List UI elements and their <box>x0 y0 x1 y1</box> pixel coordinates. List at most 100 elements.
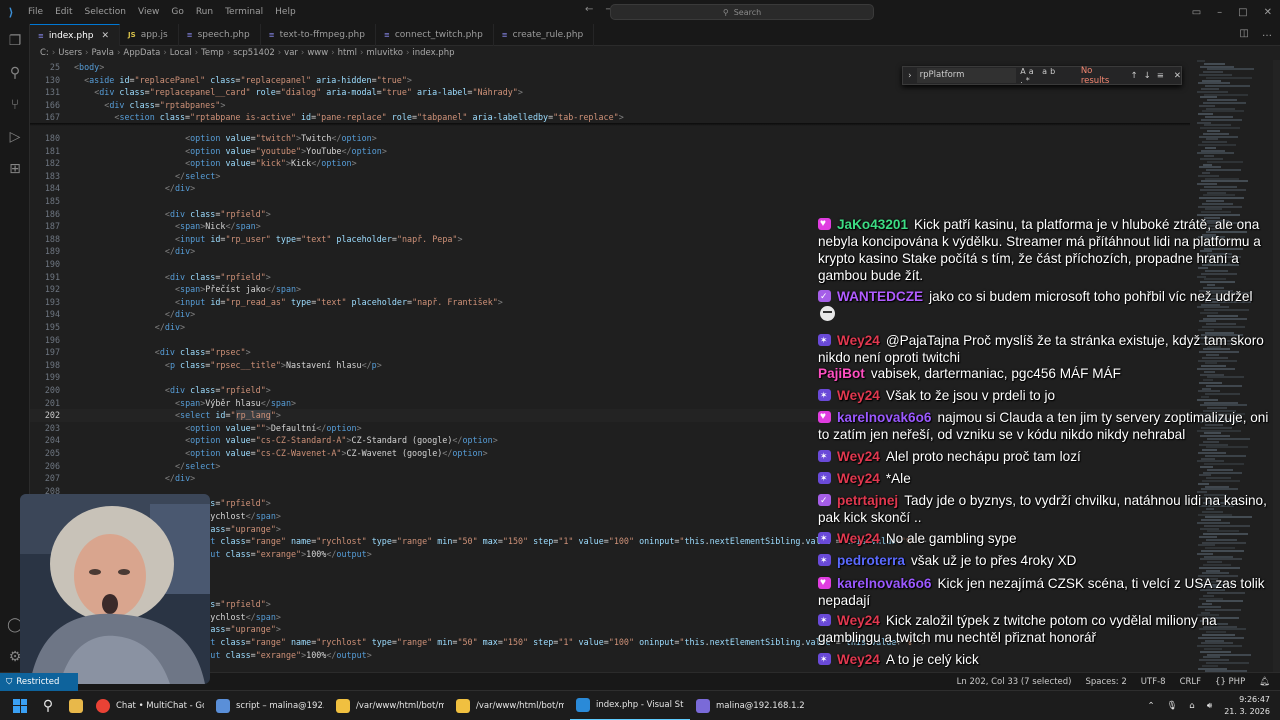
breadcrumb-item[interactable]: Local <box>170 48 192 58</box>
taskbar-app-putty[interactable]: malina@192.168.1.200 <box>690 691 810 720</box>
terminal-icon <box>216 698 230 713</box>
editor-tabs: ≡ index.php ✕ JS app.js ≡ speech.php ≡ text-to-f… <box>30 24 1280 46</box>
line-number: 195 <box>44 322 60 332</box>
chat-username: WANTEDCZE <box>837 289 924 304</box>
status-right-items: Ln 202, Col 33 (7 selected) Spaces: 2 UT… <box>943 673 1270 691</box>
indentation[interactable]: Spaces: 2 <box>1085 677 1126 687</box>
search-icon: ⚲ <box>722 7 729 17</box>
windows-start-icon[interactable] <box>6 691 34 720</box>
search-icon[interactable]: ⚲ <box>34 691 62 720</box>
find-options[interactable]: Aa ab .* <box>1020 67 1075 85</box>
restricted-label: Restricted <box>16 676 60 687</box>
code-text: <div class="replacepanel__card" role="di… <box>94 87 523 98</box>
minimap-line <box>1199 135 1238 138</box>
tab-app-js[interactable]: JS app.js <box>120 24 179 46</box>
menu-item-help[interactable]: Help <box>269 7 302 17</box>
find-input[interactable]: rpPlatform <box>916 68 1017 83</box>
breadcrumb-item[interactable]: AppData <box>123 48 160 58</box>
end-of-line[interactable]: CRLF <box>1180 677 1201 687</box>
tab-create-rule-php[interactable]: ≡ create_rule.php <box>494 24 595 46</box>
encoding[interactable]: UTF-8 <box>1141 677 1166 687</box>
minimize-button[interactable]: – <box>1209 7 1230 18</box>
line-number: 198 <box>44 359 60 370</box>
line-number: 184 <box>44 183 60 194</box>
code-text: <option value="youtube">YouTube</option> <box>185 145 387 156</box>
back-arrow-icon[interactable]: ← <box>585 4 593 15</box>
search-icon[interactable]: ⚲ <box>6 64 24 82</box>
explorer-icon[interactable]: ❐ <box>6 32 24 50</box>
breadcrumb-item[interactable]: scp51402 <box>233 48 275 58</box>
chat-message: JaKo43201Kick patří kasinu, ta platforma… <box>818 215 1274 284</box>
php-file-icon: ≡ <box>186 31 193 39</box>
breadcrumb-item[interactable]: Users <box>58 48 82 58</box>
menu-item-run[interactable]: Run <box>190 7 219 17</box>
language-mode[interactable]: {} PHP <box>1215 677 1245 687</box>
breadcrumb-item[interactable]: C: <box>40 48 49 58</box>
lvl-badge-icon <box>818 552 831 569</box>
close-find-icon[interactable]: ✕ <box>1174 71 1181 81</box>
minimap-line <box>1207 99 1237 102</box>
chat-text: však už je to přes 4roky XD <box>911 553 1077 568</box>
layout-icon[interactable]: ▭ <box>1184 7 1209 18</box>
command-center-search[interactable]: ⚲ Search <box>610 4 874 20</box>
menu-item-terminal[interactable]: Terminal <box>219 7 269 17</box>
breadcrumb-item[interactable]: Temp <box>201 48 224 58</box>
network-icon[interactable]: ⌂ <box>1189 701 1194 711</box>
volume-icon[interactable]: 🔊︎ <box>1207 701 1212 711</box>
clock-date: 21. 3. 2026 <box>1224 707 1270 716</box>
menu-item-view[interactable]: View <box>132 7 165 17</box>
code-text: <div class="rpfield"> <box>164 271 271 282</box>
tray-expand-icon[interactable]: ⌃ <box>1148 701 1155 711</box>
tab-text-to-ffmpeg-php[interactable]: ≡ text-to-ffmpeg.php <box>261 24 376 46</box>
taskbar-app-vscode[interactable]: index.php - Visual Studi <box>570 691 690 720</box>
breadcrumb-item[interactable]: index.php <box>412 48 454 58</box>
menu-item-edit[interactable]: Edit <box>49 7 78 17</box>
minimap-line <box>1201 118 1242 121</box>
breadcrumb-item[interactable]: www <box>307 48 328 58</box>
file-explorer-icon[interactable] <box>62 691 90 720</box>
menu-item-file[interactable]: File <box>22 7 49 17</box>
minimap-line <box>1205 116 1233 118</box>
file-icon <box>336 698 350 713</box>
line-number: 181 <box>44 145 60 156</box>
tab-index-php[interactable]: ≡ index.php ✕ <box>30 24 121 46</box>
tab-connect-twitch-php[interactable]: ≡ connect_twitch.php <box>376 24 494 46</box>
tab-speech-php[interactable]: ≡ speech.php <box>179 24 261 46</box>
emote-icon <box>820 306 835 321</box>
maximize-button[interactable]: □ <box>1230 7 1255 18</box>
taskbar-app-file[interactable]: /var/www/html/bot/mlu <box>330 691 450 720</box>
split-editor-icon[interactable]: ◫ <box>1239 28 1248 39</box>
run-debug-icon[interactable]: ▷ <box>6 128 24 146</box>
source-control-icon[interactable]: ⑂ <box>6 96 24 114</box>
clock[interactable]: 9:26:47 21. 3. 2026 <box>1224 694 1270 718</box>
minimap-line <box>1199 166 1221 169</box>
line-number: 130 <box>44 74 60 85</box>
minimap-line <box>1206 138 1218 141</box>
breadcrumb-separator: › <box>277 48 282 58</box>
menu-item-selection[interactable]: Selection <box>79 7 132 17</box>
cursor-position[interactable]: Ln 202, Col 33 (7 selected) <box>957 677 1072 687</box>
breadcrumb-item[interactable]: mluvitko <box>366 48 403 58</box>
breadcrumb-item[interactable]: Pavla <box>91 48 114 58</box>
breadcrumb-separator: › <box>85 48 89 58</box>
microphone-icon[interactable]: 🎙︎ <box>1167 701 1178 711</box>
menu-item-go[interactable]: Go <box>165 7 189 17</box>
toggle-replace-icon[interactable]: › <box>903 71 917 81</box>
close-tab-icon[interactable]: ✕ <box>102 31 110 41</box>
taskbar-app-chrome[interactable]: Chat • MultiChat - Goog <box>90 691 210 720</box>
find-nav-icons[interactable]: ↑↓≡ <box>1131 71 1170 81</box>
close-window-button[interactable]: ✕ <box>1256 7 1280 18</box>
chat-username: PajiBot <box>818 366 865 381</box>
restricted-mode-indicator[interactable]: ⛉ Restricted <box>0 672 78 691</box>
notifications-bell-icon[interactable]: 🔔︎ <box>1259 677 1270 687</box>
taskbar-app-file[interactable]: /var/www/html/bot/mlu <box>450 691 570 720</box>
lvl-badge-icon <box>818 448 831 465</box>
taskbar-app-terminal[interactable]: script – malina@192.168 <box>210 691 330 720</box>
extensions-icon[interactable]: ⊞ <box>6 160 24 178</box>
breadcrumb-item[interactable]: html <box>338 48 357 58</box>
breadcrumb-item[interactable]: var <box>284 48 298 58</box>
more-actions-icon[interactable]: … <box>1262 28 1272 39</box>
tab-label: app.js <box>140 30 168 40</box>
chat-overlay: JaKo43201Kick patří kasinu, ta platforma… <box>812 212 1278 690</box>
chat-message: Wey24 No ale gambling sype <box>818 530 1274 547</box>
